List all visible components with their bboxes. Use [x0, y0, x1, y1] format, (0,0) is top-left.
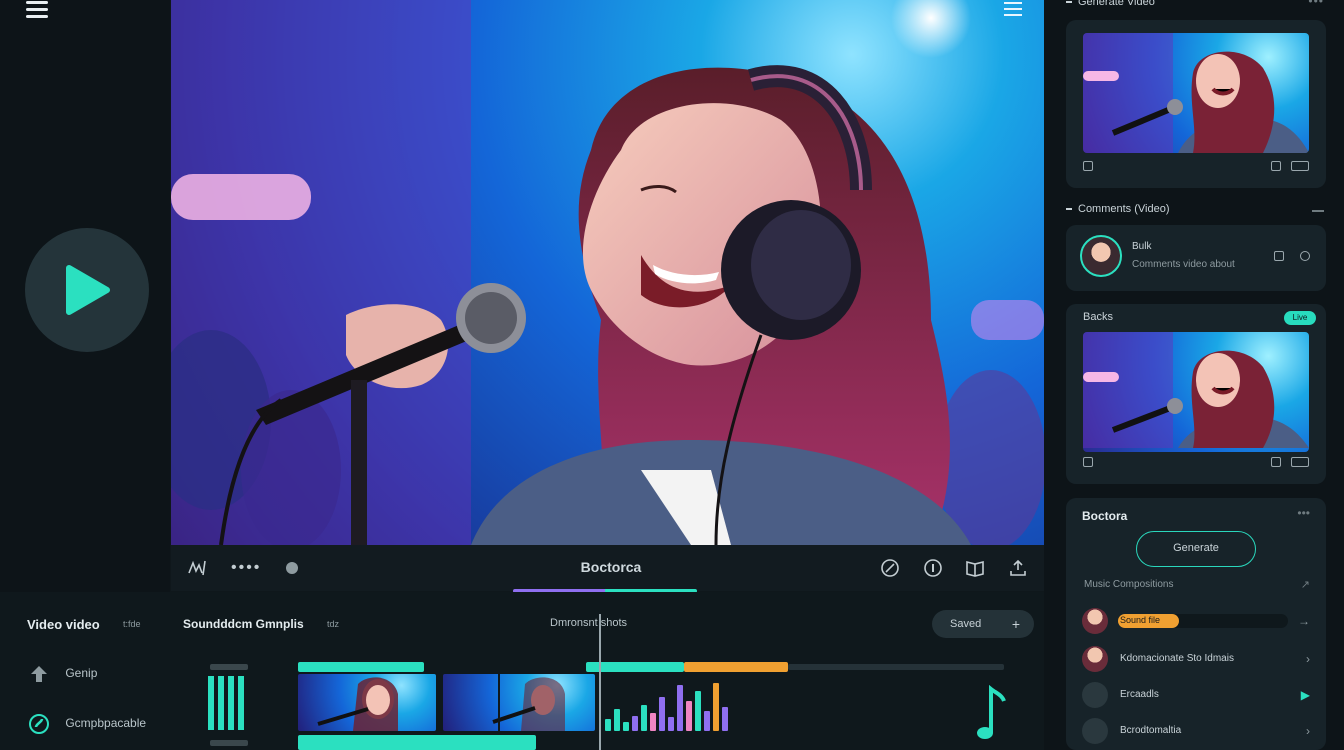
list-row[interactable]: Ercaadls ▶ [1082, 682, 1310, 708]
transport-bar: •••• Bᴏctorca [171, 545, 1044, 593]
preview-thumbnail-2 [1083, 332, 1309, 452]
saved-button[interactable]: Saved + [932, 610, 1034, 638]
list-row[interactable]: Kdomacionate Sto Idmais › [1082, 646, 1310, 672]
audio-track-bar[interactable] [298, 735, 536, 750]
clip-thumbnail [317, 677, 398, 731]
waveform-icon[interactable] [187, 557, 209, 579]
arrow-right-icon[interactable]: → [1298, 614, 1310, 628]
send-icon[interactable]: ↗ [1301, 578, 1310, 591]
transport-title: Bᴏctorca [580, 559, 642, 575]
preview-thumbnail-1 [1083, 33, 1309, 153]
audio-level-icon[interactable] [208, 676, 250, 730]
plus-icon: + [1011, 616, 1020, 632]
section-generate-header: Generate Video [1066, 0, 1155, 8]
left-item-upload-label: Genip [65, 666, 98, 681]
left-item-upload[interactable]: Genip [28, 664, 97, 684]
card-footer [1083, 457, 1309, 471]
generate-button[interactable]: Generate [1136, 531, 1256, 567]
thumbnail-image [1083, 33, 1309, 153]
tracks-sub: tdz [327, 619, 340, 629]
row-label: Bcrodtomaltia [1120, 725, 1182, 736]
avatar [1082, 646, 1108, 672]
section-comments-header: Comments (Video) [1066, 203, 1170, 215]
preview-card-1[interactable] [1066, 20, 1326, 188]
reply-icon[interactable] [1300, 251, 1310, 261]
video-clip-1[interactable] [298, 674, 436, 731]
thumbnail-image [1083, 332, 1309, 448]
track-segment-1[interactable] [298, 662, 424, 672]
video-frame-image [171, 0, 1044, 545]
timeline-panel: Video video t:fde Soundddcm Gmnplis tdz … [0, 592, 1066, 750]
more-dots-icon[interactable]: •••• [231, 560, 261, 576]
copy-icon[interactable] [1271, 457, 1281, 467]
play-button[interactable] [25, 228, 149, 352]
book-icon[interactable] [964, 557, 986, 579]
video-preview[interactable] [171, 0, 1044, 545]
list-row[interactable]: Sound file → [1082, 608, 1310, 634]
track-segment-3[interactable] [684, 662, 788, 672]
clip-thumbnail [492, 674, 565, 731]
avatar [1082, 608, 1108, 634]
track-label-strip [210, 664, 248, 670]
right-panel: Generate Video ••• Comments (Video) Bulk… [1044, 0, 1344, 750]
chevron-right-icon[interactable]: › [1306, 652, 1310, 666]
video-editor-app: •••• Bᴏctorca Video video t:fde Soundddc… [0, 0, 1344, 750]
track-segment-empty [788, 664, 1004, 670]
comment-text: Comments video about [1132, 259, 1235, 270]
timeline-title: Video video [27, 617, 100, 632]
preview-card-2[interactable]: Backs Live [1066, 304, 1326, 484]
playhead[interactable] [599, 614, 601, 750]
settings-card: Bᴏctora ••• Generate Music Compositions … [1066, 498, 1326, 750]
video-options-icon[interactable] [1004, 2, 1022, 16]
row-label: Kdomacionate Sto Idmais [1120, 653, 1234, 664]
settings-subtitle: Music Compositions [1084, 579, 1174, 590]
left-rail [0, 0, 170, 592]
expand-icon[interactable] [1291, 161, 1309, 171]
more-icon[interactable]: ••• [1297, 506, 1310, 520]
left-item-audio[interactable]: Gcmpbpacable [28, 713, 146, 735]
play-icon[interactable]: ▶ [1301, 688, 1310, 702]
expand-icon[interactable] [1291, 457, 1309, 467]
caption-icon [1083, 457, 1093, 468]
timeline-center-label: Dmronsnt shots [550, 617, 628, 629]
live-badge[interactable]: Live [1284, 311, 1316, 325]
card3-title: Backs [1083, 311, 1113, 323]
copy-icon[interactable] [1271, 161, 1281, 171]
record-icon[interactable] [281, 557, 303, 579]
comment-card[interactable]: Bulk Comments video about [1066, 225, 1326, 291]
avatar-placeholder [1082, 718, 1108, 744]
collapse-icon[interactable] [1312, 210, 1324, 212]
list-row[interactable]: Bcrodtomaltia › [1082, 718, 1310, 744]
comment-author: Bulk [1132, 241, 1152, 252]
section-generate-title: Generate Video [1078, 0, 1155, 8]
saved-label: Saved [950, 618, 982, 630]
row-label: Sound file [1120, 615, 1161, 625]
card-footer [1083, 161, 1309, 175]
left-item-audio-label: Gcmpbpacable [65, 716, 147, 731]
hamburger-menu-icon[interactable] [26, 0, 50, 20]
track-segment-2[interactable] [586, 662, 684, 672]
info-icon[interactable] [922, 557, 944, 579]
more-icon[interactable]: ••• [1308, 0, 1324, 8]
row-label: Ercaadls [1120, 689, 1159, 700]
timeline-title-sub: t:fde [123, 619, 141, 629]
comment-avatar [1080, 235, 1122, 277]
track-label-strip-bottom [210, 740, 248, 746]
upload-arrow-icon [31, 666, 47, 682]
avatar-placeholder [1082, 682, 1108, 708]
tracks-title: Soundddcm Gmnplis [183, 617, 304, 631]
export-icon[interactable] [1007, 557, 1029, 579]
play-icon [66, 265, 110, 315]
like-icon[interactable] [1274, 251, 1284, 261]
music-note-icon [29, 714, 49, 734]
settings-title: Bᴏctora [1082, 509, 1128, 523]
video-clip-2[interactable] [443, 674, 595, 731]
music-note-icon[interactable] [976, 685, 1006, 743]
section-comments-title: Comments (Video) [1078, 203, 1170, 215]
caption-icon [1083, 161, 1093, 172]
chevron-right-icon[interactable]: › [1306, 724, 1310, 738]
edit-icon[interactable] [879, 557, 901, 579]
audio-waveform[interactable] [603, 680, 729, 731]
